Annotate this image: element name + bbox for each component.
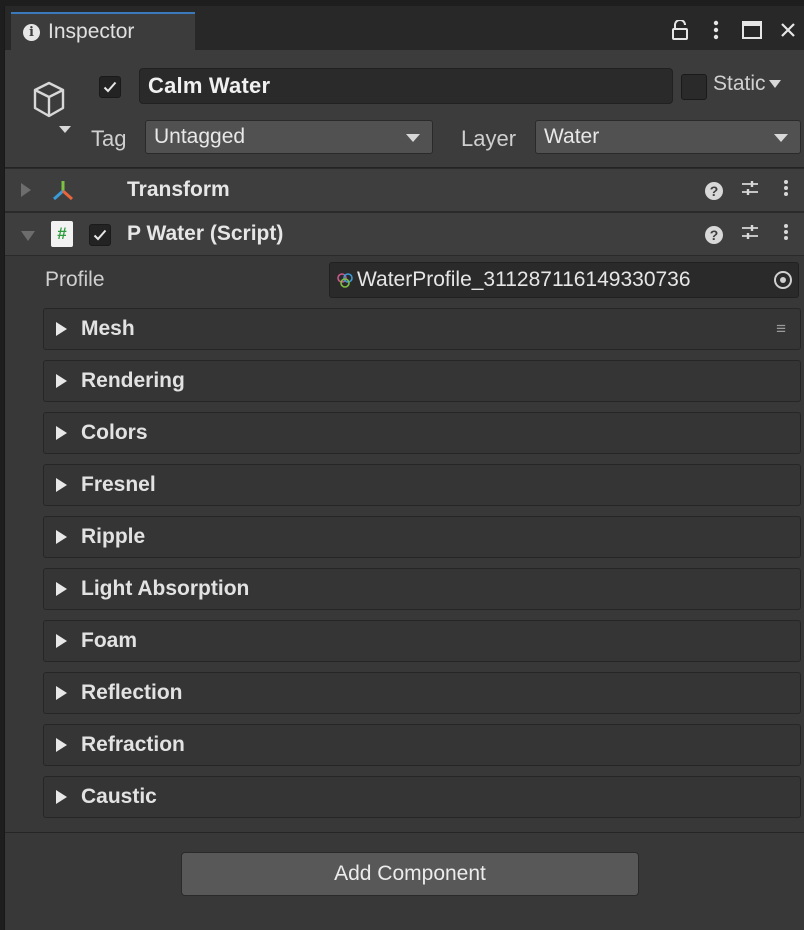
preset-icon[interactable] (741, 223, 759, 246)
tag-value: Untagged (154, 125, 246, 148)
inspector-window: i Inspector Calm Water Static Tag Untagg… (4, 6, 804, 930)
foldout-section[interactable]: Fresnel (43, 464, 801, 506)
profile-label: Profile (45, 268, 105, 291)
foldout-collapsed-icon (56, 738, 67, 752)
foldout-collapsed-icon (56, 374, 67, 388)
tag-dropdown[interactable]: Untagged (145, 120, 433, 154)
section-label: Mesh (81, 317, 135, 340)
close-icon[interactable] (777, 18, 799, 42)
section-label: Rendering (81, 369, 185, 392)
foldout-collapsed-icon (56, 686, 67, 700)
component-actions: ? (705, 179, 795, 202)
section-label: Colors (81, 421, 148, 444)
foldout-collapsed-icon (56, 426, 67, 440)
section-label: Fresnel (81, 473, 156, 496)
foldout-collapsed-icon (56, 634, 67, 648)
static-dropdown[interactable]: Static (713, 72, 782, 96)
foldout-collapsed-icon[interactable] (21, 183, 31, 197)
foldout-collapsed-icon (56, 322, 67, 336)
foldout-collapsed-icon (56, 582, 67, 596)
profile-object-field[interactable]: WaterProfile_311287116149330736 (329, 262, 799, 298)
tab-inspector[interactable]: i Inspector (11, 12, 195, 50)
component-enabled-checkbox[interactable] (89, 224, 111, 246)
foldout-collapsed-icon (56, 530, 67, 544)
preset-icon[interactable] (741, 179, 759, 202)
foldout-section[interactable]: Refraction (43, 724, 801, 766)
section-label: Reflection (81, 681, 183, 704)
scriptable-object-icon (337, 273, 353, 288)
component-title: Transform (127, 178, 230, 201)
gameobject-cube-icon[interactable] (19, 78, 79, 138)
gameobject-header: Calm Water Static Tag Untagged Layer Wat… (5, 50, 804, 168)
foldout-section[interactable]: Foam (43, 620, 801, 662)
window-controls (669, 12, 804, 48)
foldout-section[interactable]: Light Absorption (43, 568, 801, 610)
add-component-button[interactable]: Add Component (181, 852, 639, 896)
section-label: Foam (81, 629, 138, 652)
maximize-icon[interactable] (741, 18, 763, 42)
foldout-section[interactable]: Rendering (43, 360, 801, 402)
dropdown-arrow-icon (774, 134, 788, 142)
kebab-menu-icon[interactable] (705, 18, 727, 42)
foldout-expanded-icon[interactable] (21, 231, 35, 241)
layer-label: Layer (461, 126, 517, 151)
layer-value: Water (544, 125, 600, 148)
section-label: Refraction (81, 733, 185, 756)
transform-icon (53, 181, 73, 201)
dropdown-arrow-icon (768, 80, 781, 88)
tab-bar: i Inspector (5, 6, 804, 50)
script-icon: # (51, 221, 73, 247)
separator (5, 832, 804, 833)
kebab-menu-icon[interactable] (777, 223, 795, 246)
dropdown-arrow-icon (406, 134, 420, 142)
foldout-collapsed-icon (56, 790, 67, 804)
kebab-menu-icon[interactable] (777, 179, 795, 202)
section-label: Ripple (81, 525, 146, 548)
transform-component-header[interactable]: Transform ? (5, 168, 804, 212)
static-label: Static (713, 72, 766, 95)
section-label: Light Absorption (81, 577, 250, 600)
foldout-collapsed-icon (56, 478, 67, 492)
tab-label: Inspector (48, 20, 135, 43)
layer-dropdown[interactable]: Water (535, 120, 801, 154)
lock-icon[interactable] (669, 18, 691, 42)
foldout-section[interactable]: Mesh ≡ (43, 308, 801, 350)
foldout-section[interactable]: Ripple (43, 516, 801, 558)
foldout-section[interactable]: Reflection (43, 672, 801, 714)
object-name-field[interactable]: Calm Water (139, 68, 673, 104)
component-title: P Water (Script) (127, 222, 284, 245)
profile-value: WaterProfile_311287116149330736 (357, 268, 691, 291)
section-label: Caustic (81, 785, 157, 808)
object-picker-icon[interactable] (774, 271, 792, 289)
tag-label: Tag (91, 126, 127, 151)
component-actions: ? (705, 223, 795, 246)
static-checkbox[interactable] (681, 74, 707, 100)
info-icon: i (23, 23, 40, 41)
active-checkbox[interactable] (99, 76, 121, 98)
pwater-component-header[interactable]: # P Water (Script) ? (5, 212, 804, 256)
foldout-section[interactable]: Colors (43, 412, 801, 454)
help-icon[interactable]: ? (705, 225, 723, 244)
foldout-section[interactable]: Caustic (43, 776, 801, 818)
hamburger-menu-icon[interactable]: ≡ (776, 319, 786, 339)
help-icon[interactable]: ? (705, 181, 723, 200)
